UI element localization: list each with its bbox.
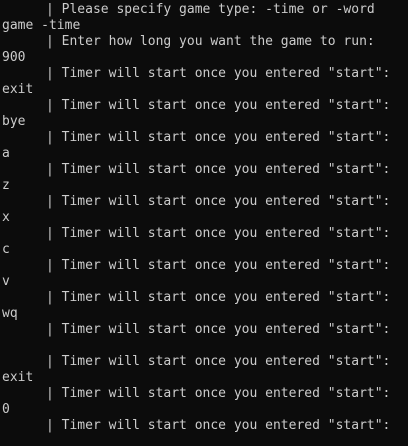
- console-line: | Timer will start once you entered "sta…: [46, 194, 391, 209]
- console-line: | Timer will start once you entered "sta…: [46, 98, 391, 113]
- console-line: x: [2, 210, 10, 225]
- console-line: | Enter how long you want the game to ru…: [46, 34, 375, 49]
- console-line: | Timer will start once you entered "sta…: [46, 354, 391, 369]
- console-line: 900: [2, 50, 26, 65]
- console-line: | Please specify game type: -time or -wo…: [46, 2, 375, 17]
- console-line: exit: [2, 82, 34, 97]
- console-output[interactable]: | Please specify game type: -time or -wo…: [0, 0, 408, 446]
- console-line: | Timer will start once you entered "sta…: [46, 162, 391, 177]
- console-line: exit: [2, 370, 34, 385]
- console-line: z: [2, 178, 10, 193]
- console-line: | Timer will start once you entered "sta…: [46, 322, 391, 337]
- console-line: | Timer will start once you entered "sta…: [46, 130, 391, 145]
- console-line: | Timer will start once you entered "sta…: [46, 66, 391, 81]
- console-line: v: [2, 274, 10, 289]
- console-line: 0: [2, 402, 10, 417]
- console-line: wq: [2, 306, 18, 321]
- console-line: | Timer will start once you entered "sta…: [46, 418, 391, 433]
- console-line: bye: [2, 114, 26, 129]
- console-line: | Timer will start once you entered "sta…: [46, 386, 391, 401]
- console-line: c: [2, 242, 10, 257]
- console-line: | Timer will start once you entered "sta…: [46, 258, 391, 273]
- console-line: | Timer will start once you entered "sta…: [46, 290, 391, 305]
- console-line: | Timer will start once you entered "sta…: [46, 226, 391, 241]
- console-line: a: [2, 146, 10, 161]
- console-line: game -time: [2, 18, 81, 33]
